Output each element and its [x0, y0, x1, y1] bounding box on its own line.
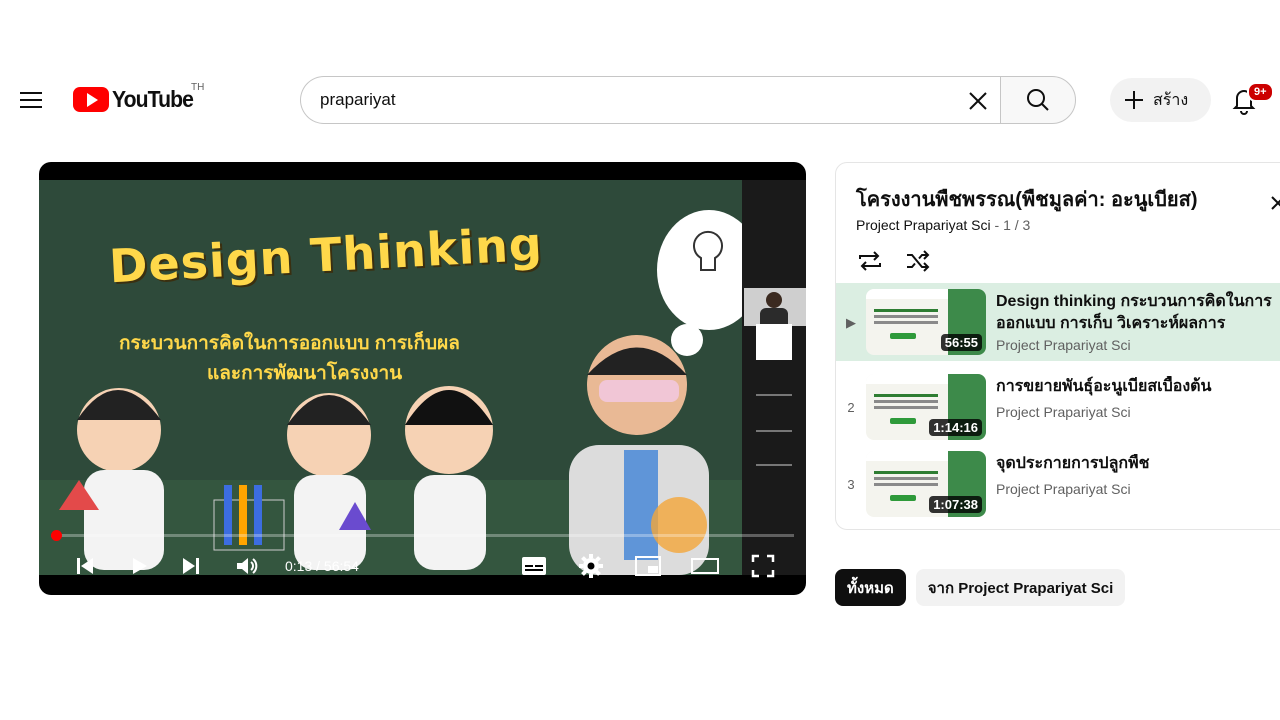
playlist-item-thumbnail: 1:14:16	[866, 374, 986, 440]
search-button[interactable]	[1000, 76, 1076, 124]
chip-from-channel[interactable]: จาก Project Prapariyat Sci	[915, 569, 1126, 606]
playlist-item-title: จุดประกายการปลูกพืช	[996, 455, 1150, 472]
playlist-item[interactable]: 3 1:07:38 จุดประกายการปลูกพืช Project Pr…	[836, 445, 1280, 523]
playlist-item-title: Design thinking กระบวนการคิดในการออกแบบ …	[996, 293, 1272, 332]
total-time: 56:54	[323, 558, 359, 574]
playlist-item[interactable]: 2 1:14:16 การขยายพันธุ์อะนูเบียสเบื้องต้…	[836, 368, 1280, 446]
video-frame: Design Thinking กระบวนการคิดในการออกแบบ …	[39, 180, 742, 575]
notification-badge: 9+	[1247, 82, 1274, 102]
presenter-video	[744, 288, 806, 326]
slide-subtitle: และการพัฒนาโครงงาน	[207, 363, 403, 384]
search-input[interactable]	[301, 90, 941, 110]
youtube-logo[interactable]: YouTube	[73, 86, 200, 113]
video-player[interactable]: Design Thinking กระบวนการคิดในการออกแบบ …	[39, 162, 806, 595]
volume-icon[interactable]	[231, 552, 263, 580]
search-bar	[300, 76, 1076, 124]
presenter-camera-panel	[742, 180, 806, 575]
subtitles-icon[interactable]	[517, 552, 551, 580]
logo-text: YouTube	[112, 86, 194, 112]
playlist-item[interactable]: ▶ 56:55 Design thinking กระบวนการคิดในกา…	[836, 283, 1280, 361]
playlist-item-index: 3	[847, 477, 855, 492]
playlist-item-thumbnail: 1:07:38	[866, 451, 986, 517]
search-icon	[1027, 89, 1049, 111]
shuffle-icon[interactable]	[904, 247, 932, 275]
plus-icon	[1125, 91, 1143, 109]
duration-badge: 1:14:16	[929, 419, 982, 436]
time-display: 0:13 / 56:54	[285, 558, 359, 574]
playlist-item-channel: Project Prapariyat Sci	[996, 481, 1131, 497]
create-label: สร้าง	[1153, 91, 1189, 109]
create-button[interactable]: สร้าง	[1110, 78, 1211, 122]
masthead: YouTube TH สร้าง 9+	[0, 70, 1280, 130]
previous-icon[interactable]	[69, 552, 101, 580]
scrubber-handle[interactable]	[51, 530, 62, 541]
next-icon[interactable]	[175, 552, 207, 580]
playlist-actions	[856, 247, 932, 275]
notifications-button[interactable]: 9+	[1230, 82, 1274, 118]
search-box	[300, 76, 1000, 124]
youtube-logo-icon	[73, 87, 109, 112]
playlist-item-channel: Project Prapariyat Sci	[996, 404, 1131, 420]
duration-badge: 56:55	[940, 334, 982, 351]
slide-subtitle: กระบวนการคิดในการออกแบบ การเก็บผล	[119, 333, 460, 354]
close-icon[interactable]	[1268, 191, 1280, 221]
current-time: 0:13	[285, 558, 313, 574]
menu-icon[interactable]	[14, 84, 48, 116]
fullscreen-icon[interactable]	[747, 552, 779, 580]
playlist-position: 1 / 3	[1003, 217, 1031, 233]
time-separator: /	[316, 558, 321, 574]
playlist-item-channel: Project Prapariyat Sci	[996, 337, 1131, 353]
theater-icon[interactable]	[687, 552, 723, 580]
play-icon[interactable]	[123, 552, 155, 580]
progress-bar[interactable]	[51, 534, 794, 537]
playlist-panel: โครงงานพืชพรรณ(พืชมูลค่า: อะนูเบียส) Pro…	[835, 162, 1280, 530]
duration-badge: 1:07:38	[929, 496, 982, 513]
filter-chips: ทั้งหมด จาก Project Prapariyat Sci	[835, 569, 1126, 606]
playlist-item-thumbnail: 56:55	[866, 289, 986, 355]
playlist-item-index: ▶	[846, 315, 856, 330]
playlist-channel[interactable]: Project Prapariyat Sci	[856, 217, 991, 233]
settings-icon[interactable]	[575, 552, 607, 580]
miniplayer-icon[interactable]	[631, 552, 665, 580]
clear-icon[interactable]	[962, 85, 994, 117]
playlist-item-title: การขยายพันธุ์อะนูเบียสเบื้องต้น	[996, 378, 1212, 395]
repeat-icon[interactable]	[856, 247, 884, 275]
playlist-item-index: 2	[847, 400, 855, 415]
playlist-meta: Project Prapariyat Sci - 1 / 3	[856, 217, 1031, 233]
player-controls: 0:13 / 56:54	[39, 546, 806, 586]
playlist-title[interactable]: โครงงานพืชพรรณ(พืชมูลค่า: อะนูเบียส)	[856, 183, 1198, 215]
presenter-logo	[756, 324, 792, 360]
country-code: TH	[191, 82, 205, 93]
chip-all[interactable]: ทั้งหมด	[835, 569, 906, 606]
